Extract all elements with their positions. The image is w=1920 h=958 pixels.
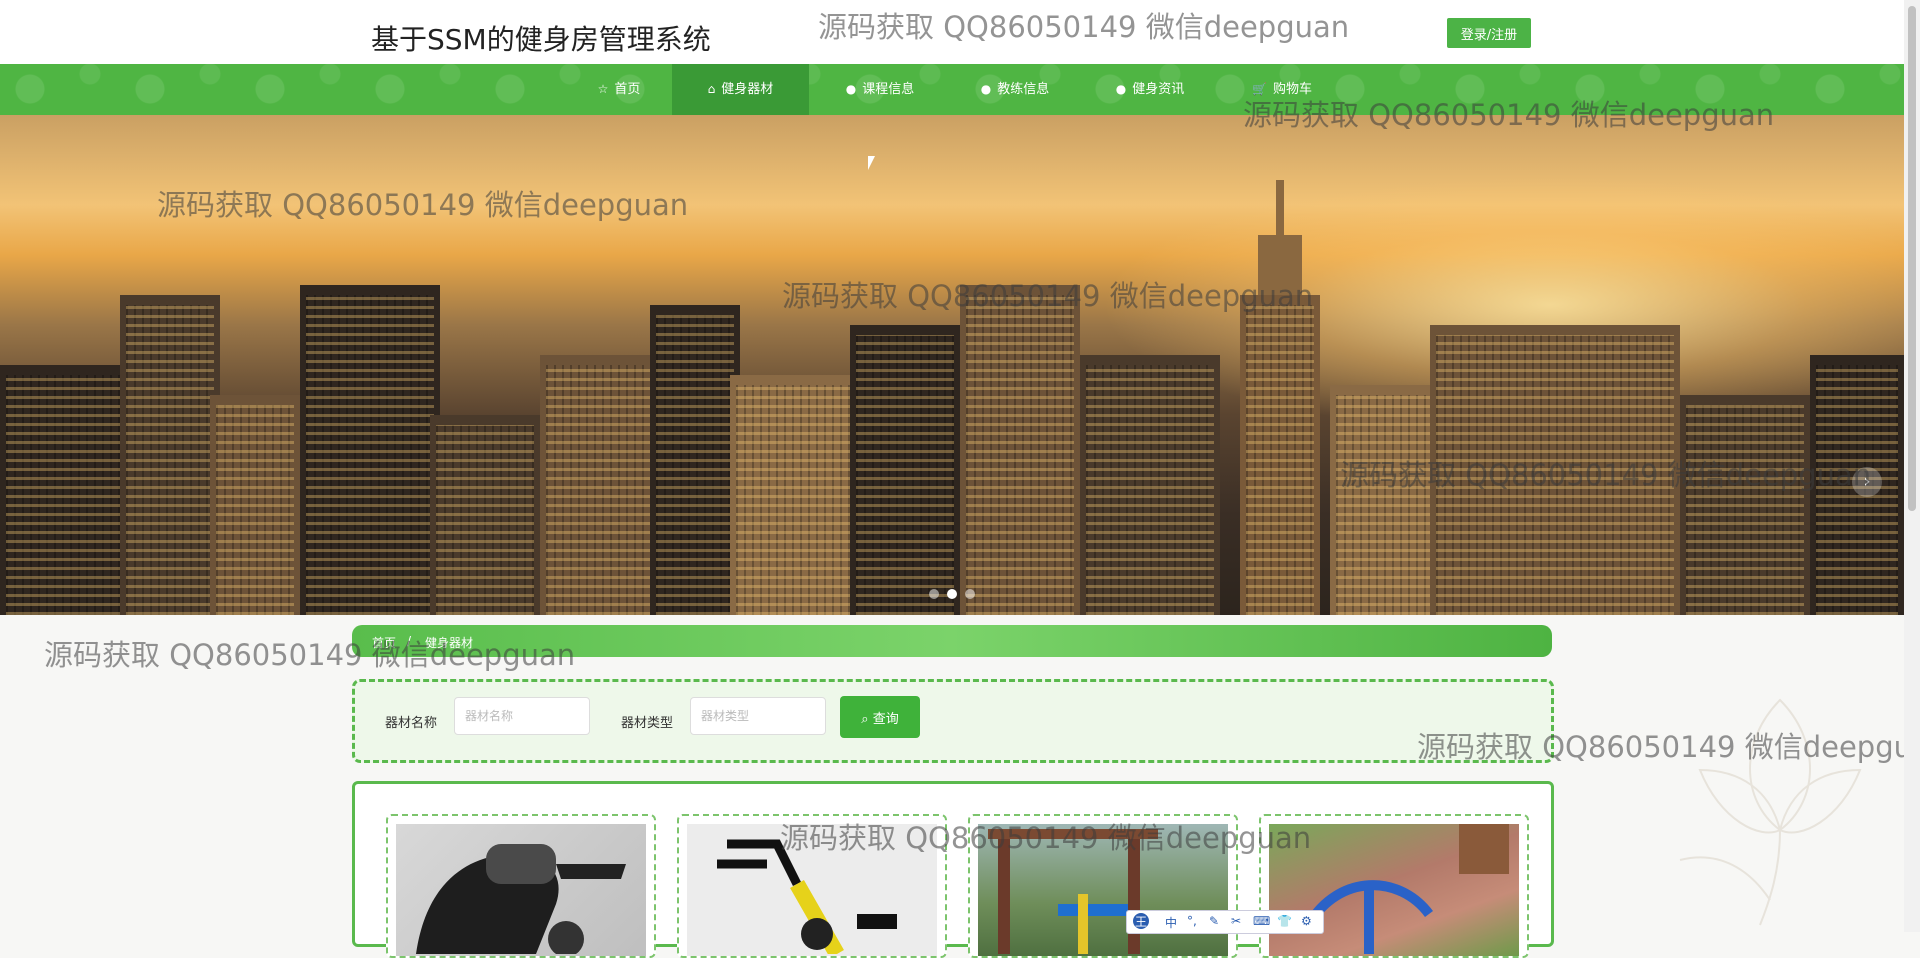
info-icon: ● <box>845 82 857 96</box>
breadcrumb: 首页 / 健身器材 <box>352 625 1552 657</box>
ime-handwrite-icon[interactable]: ✎ <box>1209 914 1219 928</box>
carousel-dot-active[interactable] <box>947 589 957 599</box>
ime-chinese-mode-icon[interactable]: 中 <box>1165 914 1177 931</box>
nav-item-label: 首页 <box>614 82 641 97</box>
skyline-building <box>730 375 860 615</box>
skyline-building <box>300 285 440 615</box>
ime-logo-icon[interactable]: 王 <box>1133 913 1149 929</box>
skyline-building <box>960 285 1080 615</box>
spin-bike-image <box>687 824 937 956</box>
breadcrumb-current: 健身器材 <box>425 636 474 650</box>
site-title: 基于SSM的健身房管理系统 <box>371 23 711 56</box>
nav-item-courses[interactable]: ● 课程信息 <box>830 64 930 115</box>
skyline-building <box>1430 325 1680 615</box>
skyline-building <box>850 325 960 615</box>
product-card[interactable] <box>386 814 656 958</box>
info-icon: ● <box>980 82 992 96</box>
ime-settings-icon[interactable]: ⚙ <box>1301 914 1312 928</box>
carousel-dot[interactable] <box>929 589 939 599</box>
product-card[interactable] <box>1259 814 1529 958</box>
search-panel: 器材名称 器材类型 ⌕ 查询 <box>352 679 1554 763</box>
equipment-type-input[interactable] <box>690 697 826 735</box>
search-button[interactable]: ⌕ 查询 <box>840 696 920 738</box>
mouse-cursor-icon <box>868 156 875 170</box>
nav-item-label: 健身器材 <box>721 82 774 97</box>
scrollbar-thumb[interactable] <box>1908 6 1916 511</box>
ime-skin-icon[interactable]: 👕 <box>1277 914 1292 928</box>
skyline-building <box>120 295 220 615</box>
nav-item-home[interactable]: ☆ 首页 <box>583 64 655 115</box>
home-icon: ⌂ <box>707 82 716 96</box>
product-card[interactable] <box>677 814 947 958</box>
skyline-building <box>1330 385 1440 615</box>
carousel-dot[interactable] <box>965 589 975 599</box>
main-nav: ☆ 首页 ⌂ 健身器材 ● 课程信息 ● 教练信息 ● 健身资讯 🛒 购物车 <box>0 64 1904 115</box>
nav-item-equipment[interactable]: ⌂ 健身器材 <box>672 64 809 115</box>
breadcrumb-separator: / <box>407 634 412 648</box>
outdoor-fitness-equipment-path-image <box>1269 824 1519 956</box>
skyscraper-crown <box>1258 235 1302 295</box>
nav-item-label: 购物车 <box>1272 82 1312 97</box>
nav-item-cart[interactable]: 🛒 购物车 <box>1237 64 1327 115</box>
skyline-building <box>1680 395 1810 615</box>
nav-item-label: 课程信息 <box>862 82 915 97</box>
skyline-building <box>540 355 660 615</box>
nav-item-label: 健身资讯 <box>1132 82 1185 97</box>
banner-carousel: › <box>0 115 1904 615</box>
skyline-building <box>650 305 740 615</box>
skyscraper-spire <box>1276 180 1284 235</box>
product-card[interactable] <box>968 814 1238 958</box>
skyline-building <box>210 395 300 615</box>
info-icon: ● <box>1115 82 1127 96</box>
ime-toolbar: 王 中 °, ✎ ✂ ⌨ 👕 ⚙ <box>1126 910 1324 934</box>
exercise-bike-rider-image <box>396 824 646 956</box>
product-list <box>352 781 1554 958</box>
breadcrumb-home-link[interactable]: 首页 <box>372 634 396 651</box>
cart-icon: 🛒 <box>1252 82 1267 96</box>
top-header: 基于SSM的健身房管理系统 登录/注册 <box>0 0 1904 64</box>
nav-item-label: 教练信息 <box>997 82 1050 97</box>
outdoor-fitness-equipment-image <box>978 824 1228 956</box>
ime-keyboard-icon[interactable]: ⌨ <box>1253 914 1270 928</box>
nav-item-coaches[interactable]: ● 教练信息 <box>965 64 1065 115</box>
nav-item-news[interactable]: ● 健身资讯 <box>1100 64 1200 115</box>
skyline-building <box>0 365 140 615</box>
equipment-name-label: 器材名称 <box>385 716 438 731</box>
login-register-button[interactable]: 登录/注册 <box>1447 18 1531 48</box>
equipment-type-label: 器材类型 <box>621 716 674 731</box>
flower-decoration <box>1679 698 1862 926</box>
search-icon: ⌕ <box>861 711 873 727</box>
skyline-building <box>1080 355 1220 615</box>
ime-punctuation-icon[interactable]: °, <box>1187 914 1197 928</box>
page-scrollbar[interactable] <box>1904 0 1920 932</box>
search-button-label: 查询 <box>872 711 899 727</box>
ime-screenshot-icon[interactable]: ✂ <box>1231 914 1241 928</box>
skyscraper-tower <box>1240 295 1320 615</box>
chevron-right-icon[interactable]: › <box>1852 467 1882 497</box>
star-icon: ☆ <box>597 82 609 96</box>
equipment-name-input[interactable] <box>454 697 590 735</box>
skyline-building <box>430 415 540 615</box>
